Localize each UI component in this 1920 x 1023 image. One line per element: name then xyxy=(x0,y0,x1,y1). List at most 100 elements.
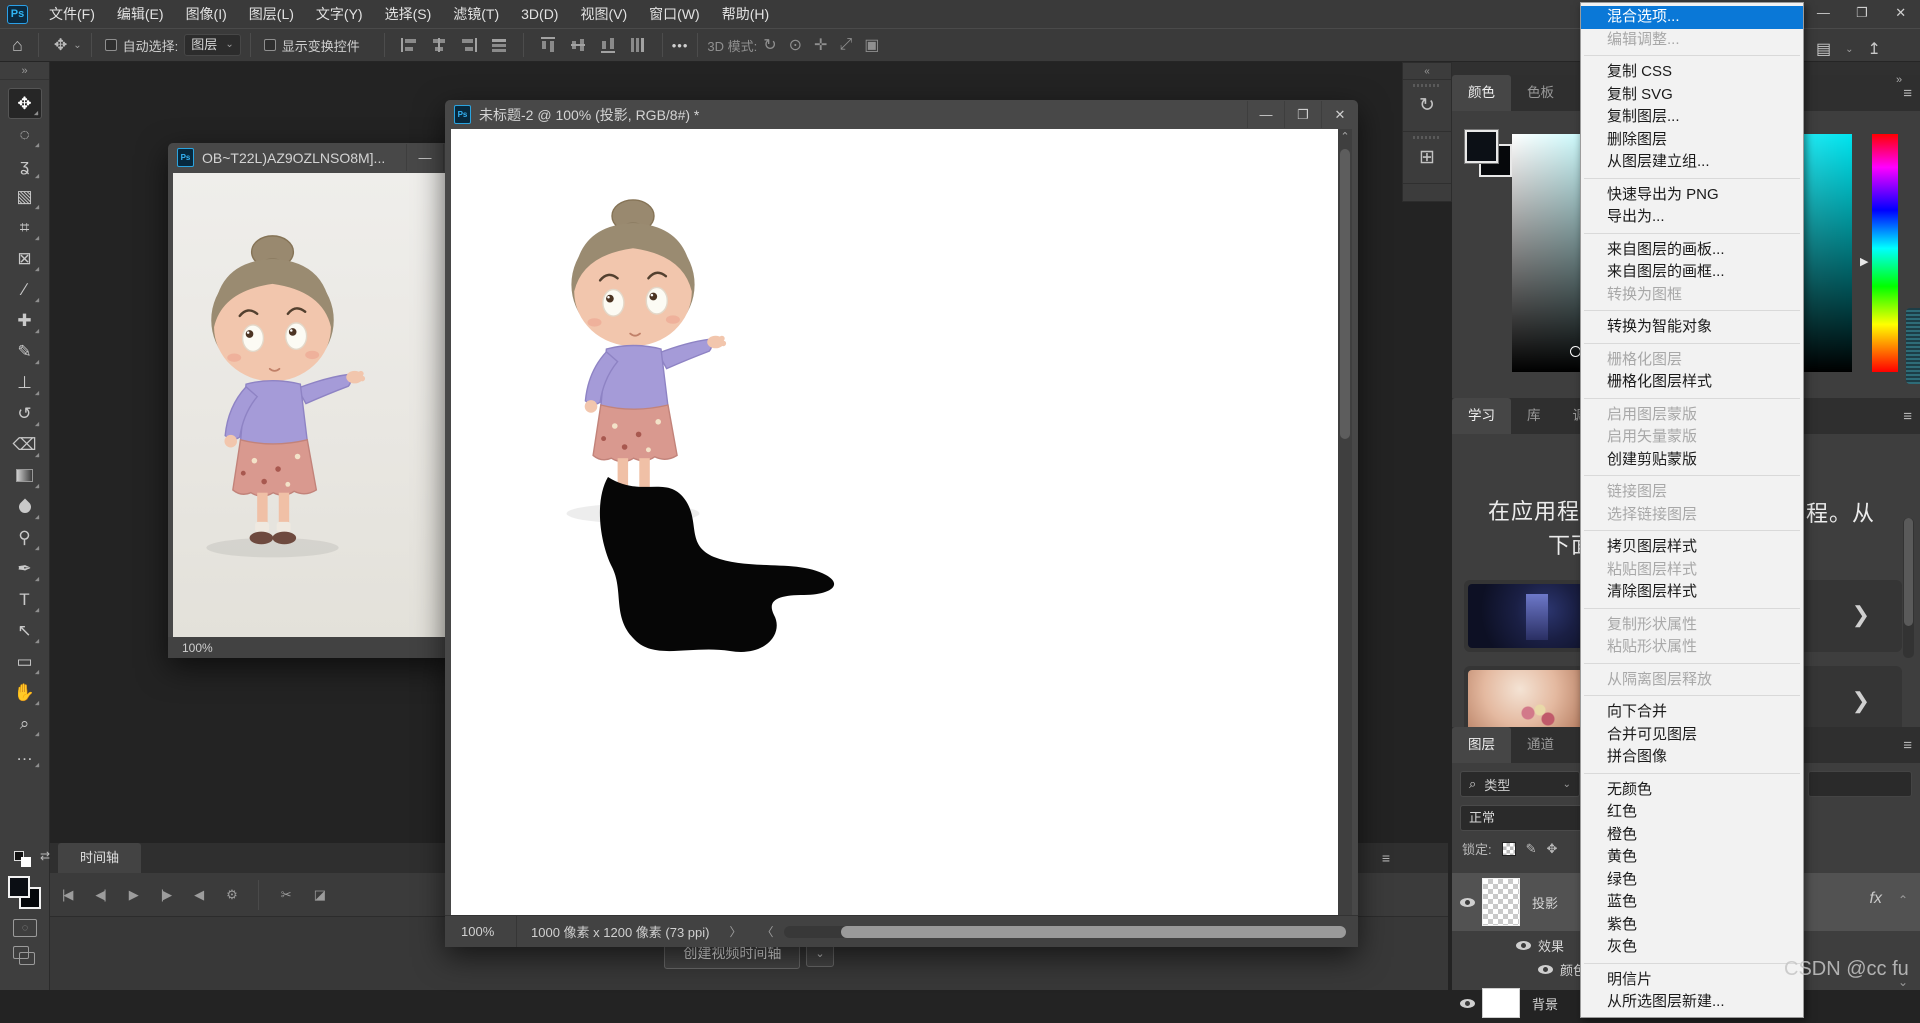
scissors-icon[interactable]: ✂ xyxy=(281,887,292,903)
lasso-tool[interactable]: ʓ xyxy=(8,150,42,181)
scrollbar-thumb[interactable] xyxy=(1340,149,1350,439)
menu-bar-item[interactable]: 帮助(H) xyxy=(711,0,780,28)
photoshop-logo[interactable]: Ps xyxy=(7,4,28,24)
lock-paint-icon[interactable]: ✎ xyxy=(1526,841,1537,857)
context-menu-item[interactable]: 绿色 xyxy=(1581,869,1803,892)
foreground-color-swatch[interactable] xyxy=(1464,129,1499,164)
pen-tool[interactable]: ✒ xyxy=(8,553,42,584)
move-tool-icon[interactable]: ✥ xyxy=(48,35,73,55)
dodge-tool[interactable]: ⚲ xyxy=(8,522,42,553)
minimize-button[interactable]: — xyxy=(406,144,443,171)
document-canvas[interactable] xyxy=(451,129,1338,915)
tab-channels[interactable]: 通道 xyxy=(1511,727,1570,763)
auto-select-checkbox[interactable] xyxy=(104,39,117,51)
context-menu-item[interactable]: 从所选图层新建... xyxy=(1581,991,1803,1014)
context-menu-item[interactable]: 从隔离图层释放 xyxy=(1581,669,1803,696)
context-menu-item[interactable]: 栅格化图层样式 xyxy=(1581,371,1803,398)
panel-menu-icon[interactable]: ≡ xyxy=(1903,85,1912,102)
eyedropper-tool[interactable]: ∕ xyxy=(8,274,42,305)
object-selection-tool[interactable]: ▧ xyxy=(8,181,42,212)
context-menu-item[interactable]: 转换为智能对象 xyxy=(1581,316,1803,343)
play-icon[interactable]: ▶ xyxy=(129,887,139,903)
path-select-tool[interactable]: ↖ xyxy=(8,615,42,646)
screen-mode-icon[interactable] xyxy=(13,946,37,966)
dock-expand-icon[interactable]: » xyxy=(1896,74,1902,86)
app-close-button[interactable]: ✕ xyxy=(1881,0,1920,28)
context-menu-item[interactable]: 选择链接图层 xyxy=(1581,504,1803,531)
context-menu-item[interactable]: 拼合图像 xyxy=(1581,746,1803,773)
context-menu-item[interactable]: 蓝色 xyxy=(1581,891,1803,914)
align-right-icon[interactable] xyxy=(460,38,477,52)
context-menu-item[interactable]: 启用矢量蒙版 xyxy=(1581,426,1803,449)
quick-mask-icon[interactable]: ◌ xyxy=(13,919,37,937)
scroll-up-icon[interactable]: ⌃ xyxy=(1338,129,1352,145)
3d-pan-icon[interactable]: ✛ xyxy=(808,35,833,55)
context-menu-item[interactable]: 向下合并 xyxy=(1581,701,1803,724)
frame-tool[interactable]: ⊠ xyxy=(8,243,42,274)
scrollbar-horizontal[interactable] xyxy=(783,925,1346,938)
move-tool[interactable]: ✥ xyxy=(7,88,42,119)
menu-bar-item[interactable]: 编辑(E) xyxy=(106,0,175,28)
visibility-eye-icon[interactable] xyxy=(1459,998,1475,1008)
gradient-tool[interactable] xyxy=(8,460,42,491)
visibility-eye-icon[interactable] xyxy=(1537,964,1553,974)
transition-icon[interactable]: ◪ xyxy=(314,887,326,903)
lock-transparency-icon[interactable] xyxy=(1501,841,1516,856)
menu-bar-item[interactable]: 选择(S) xyxy=(374,0,443,28)
crop-tool[interactable]: ⌗ xyxy=(8,212,42,243)
context-menu-item[interactable]: 粘贴形状属性 xyxy=(1581,636,1803,663)
zoom-level[interactable]: 100% xyxy=(168,641,213,655)
hue-slider-marker[interactable]: ▶ xyxy=(1860,255,1868,268)
chevron-right-icon[interactable]: ❯ xyxy=(1852,688,1870,714)
share-icon[interactable]: ↥ xyxy=(1867,39,1880,59)
history-brush-tool[interactable]: ↺ xyxy=(8,398,42,429)
more-tools[interactable]: … xyxy=(8,739,42,770)
home-icon[interactable]: ⌂ xyxy=(6,35,29,56)
scrollbar-vertical[interactable]: ⌃ xyxy=(1338,129,1352,915)
layer-thumbnail[interactable] xyxy=(1482,878,1520,926)
context-menu-item[interactable]: 复制 CSS xyxy=(1581,61,1803,84)
context-menu-item[interactable]: 复制 SVG xyxy=(1581,84,1803,107)
context-menu-item[interactable]: 快速导出为 PNG xyxy=(1581,184,1803,207)
tab-timeline[interactable]: 时间轴 xyxy=(58,843,142,873)
panel-menu-icon[interactable]: ≡ xyxy=(1382,850,1390,866)
align-left-icon[interactable] xyxy=(400,38,417,52)
align-top-icon[interactable] xyxy=(540,37,555,53)
tab-swatches[interactable]: 色板 xyxy=(1511,75,1570,111)
context-menu-item[interactable]: 栅格化图层 xyxy=(1581,349,1803,372)
foreground-color-swatch[interactable] xyxy=(8,876,30,898)
menu-bar-item[interactable]: 图层(L) xyxy=(238,0,305,28)
app-minimize-button[interactable]: — xyxy=(1804,0,1843,28)
minimize-button[interactable]: — xyxy=(1247,101,1284,128)
swap-colors-icon[interactable]: ⇄ xyxy=(40,849,50,863)
context-menu-item[interactable]: 混合选项... xyxy=(1581,6,1803,29)
layer-thumbnail[interactable] xyxy=(1482,988,1520,1018)
properties-panel-icon[interactable]: ⊞ xyxy=(1403,132,1451,184)
context-menu-item[interactable]: 灰色 xyxy=(1581,936,1803,963)
layer-name[interactable]: 投影 xyxy=(1532,893,1558,912)
menu-bar-item[interactable]: 窗口(W) xyxy=(638,0,711,28)
visibility-eye-icon[interactable] xyxy=(1515,940,1531,950)
3d-orbit-icon[interactable]: ↻ xyxy=(757,35,782,55)
context-menu-item[interactable]: 无颜色 xyxy=(1581,779,1803,802)
marquee-tool[interactable]: ◌ xyxy=(8,119,42,150)
context-menu-item[interactable]: 链接图层 xyxy=(1581,481,1803,504)
distribute-vertical-icon[interactable] xyxy=(630,37,645,53)
align-middle-icon[interactable] xyxy=(570,37,585,53)
align-center-horizontal-icon[interactable] xyxy=(430,38,447,52)
3d-scale-icon[interactable]: ▣ xyxy=(858,35,885,55)
scrollbar[interactable] xyxy=(1903,518,1914,658)
menu-bar-item[interactable]: 视图(V) xyxy=(569,0,638,28)
workspace-icon[interactable]: ▤ xyxy=(1816,39,1831,59)
3d-slide-icon[interactable]: ⤢ xyxy=(833,36,858,54)
context-menu-item[interactable]: 复制形状属性 xyxy=(1581,614,1803,637)
brush-tool[interactable]: ✎ xyxy=(8,336,42,367)
window-title-bar[interactable]: Ps 未标题-2 @ 100% (投影, RGB/8#) * — ❐ ✕ xyxy=(445,100,1358,129)
menu-bar-item[interactable]: 图像(I) xyxy=(175,0,238,28)
context-menu-item[interactable]: 拷贝图层样式 xyxy=(1581,536,1803,559)
foreground-background-swatches[interactable] xyxy=(8,876,42,910)
chevron-up-icon[interactable]: ⌃ xyxy=(1898,893,1908,907)
context-menu-item[interactable]: 清除图层样式 xyxy=(1581,581,1803,608)
eraser-tool[interactable]: ⌫ xyxy=(8,429,42,460)
context-menu-item[interactable]: 删除图层 xyxy=(1581,129,1803,152)
